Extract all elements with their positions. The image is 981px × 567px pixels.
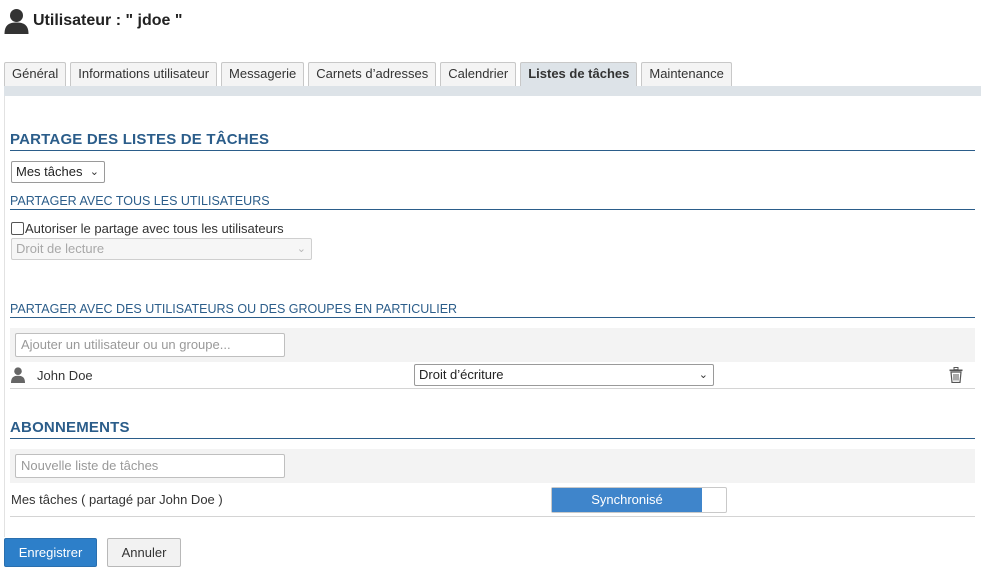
user-icon (11, 367, 25, 386)
section-divider (10, 209, 975, 210)
tab-address-books[interactable]: Carnets d’adresses (308, 62, 437, 86)
subscription-label: Mes tâches ( partagé par John Doe ) (11, 492, 223, 507)
section-divider (10, 150, 975, 151)
sync-toggle-label: Synchronisé (552, 488, 702, 512)
share-all-title: PARTAGER AVEC TOUS LES UTILISATEURS (10, 194, 270, 208)
share-entry-name: John Doe (37, 368, 93, 383)
user-icon (4, 8, 29, 34)
add-user-group-input[interactable]: Ajouter un utilisateur ou un groupe... (15, 333, 285, 357)
sharing-section-title: PARTAGE DES LISTES DE TÂCHES (10, 131, 270, 148)
add-share-panel: Ajouter un utilisateur ou un groupe... (10, 328, 975, 362)
section-divider (10, 438, 975, 439)
tab-maintenance[interactable]: Maintenance (641, 62, 732, 86)
tab-mail[interactable]: Messagerie (221, 62, 305, 86)
tab-task-lists[interactable]: Listes de tâches (520, 62, 638, 86)
chevron-down-icon: ⌄ (89, 166, 99, 178)
share-all-right-select[interactable]: Droit de lecture ⌄ (11, 238, 312, 260)
trash-icon[interactable] (949, 367, 963, 386)
share-particular-title: PARTAGER AVEC DES UTILISATEURS OU DES GR… (10, 302, 458, 316)
share-all-checkbox[interactable] (11, 222, 24, 235)
tab-calendar[interactable]: Calendrier (440, 62, 517, 86)
tab-general[interactable]: Général (4, 62, 67, 86)
save-button[interactable]: Enregistrer (4, 538, 97, 567)
page-header: Utilisateur : " jdoe " (4, 6, 182, 36)
sync-toggle[interactable]: Synchronisé (551, 487, 727, 513)
page-title: Utilisateur : " jdoe " (33, 12, 183, 29)
section-divider (10, 317, 975, 318)
tab-strip (4, 86, 981, 96)
new-subscription-panel: Nouvelle liste de tâches (10, 449, 975, 483)
share-all-right-value: Droit de lecture (16, 241, 105, 256)
new-task-list-input[interactable]: Nouvelle liste de tâches (15, 454, 285, 478)
task-list-select[interactable]: Mes tâches ⌄ (11, 161, 105, 183)
tab-bar: Général Informations utilisateur Message… (4, 62, 736, 86)
share-all-row: Autoriser le partage avec tous les utili… (11, 221, 284, 236)
chevron-down-icon: ⌄ (296, 243, 306, 255)
share-all-label: Autoriser le partage avec tous les utili… (25, 221, 284, 236)
subscriptions-section-title: ABONNEMENTS (10, 419, 130, 436)
share-entry-right-value: Droit d’écriture (419, 367, 504, 382)
cancel-button[interactable]: Annuler (107, 538, 181, 567)
row-divider (10, 388, 975, 389)
tab-user-info[interactable]: Informations utilisateur (70, 62, 218, 86)
share-entry-right-select[interactable]: Droit d’écriture ⌄ (414, 364, 714, 386)
chevron-down-icon: ⌄ (698, 369, 708, 381)
task-list-select-value: Mes tâches (16, 164, 83, 179)
row-divider (10, 516, 975, 517)
content-border (4, 96, 5, 537)
